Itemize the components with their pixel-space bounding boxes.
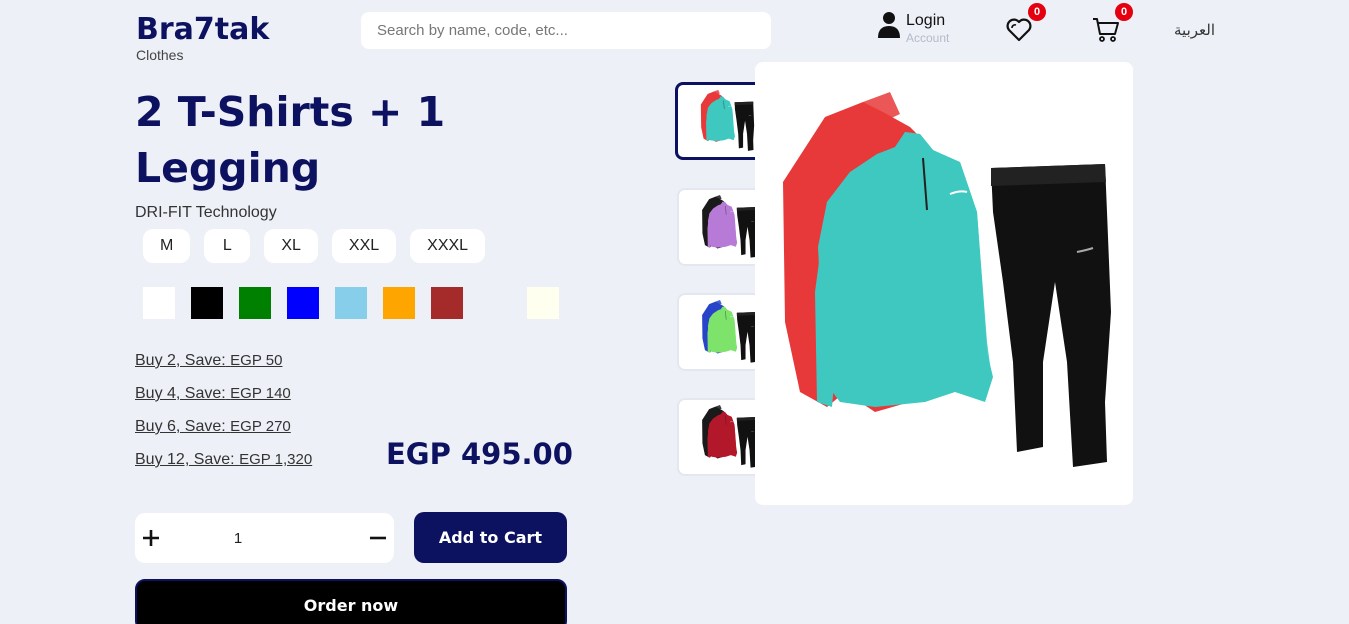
heart-icon (1005, 18, 1033, 47)
offer-link[interactable]: Buy 12, Save: EGP 1,320 (135, 451, 312, 469)
size-option-m[interactable]: M (143, 229, 191, 263)
login-label: Login (906, 12, 946, 29)
account-label: Account (906, 31, 950, 45)
user-icon (878, 11, 900, 44)
color-swatch-sky-blue[interactable] (335, 287, 367, 319)
color-swatch-light[interactable] (479, 287, 511, 319)
minus-icon (369, 523, 387, 554)
color-swatch-black[interactable] (191, 287, 223, 319)
cart-count-badge: 0 (1115, 3, 1133, 21)
product-page: Bra7tak Login Account 0 (0, 0, 1349, 624)
order-now-button[interactable]: Order now (135, 579, 567, 624)
offer-label: Buy 4, Save: (135, 385, 226, 402)
product-category: Clothes (136, 49, 184, 61)
offer-label: Buy 2, Save: (135, 352, 226, 369)
offer-amount: EGP 140 (230, 385, 291, 402)
size-option-l[interactable]: L (204, 229, 251, 263)
size-option-xxl[interactable]: XXL (331, 229, 397, 263)
wishlist-count-badge: 0 (1028, 3, 1046, 21)
size-option-xl[interactable]: XL (264, 229, 318, 263)
offer-amount: EGP 50 (230, 352, 283, 369)
color-swatch-blue[interactable] (287, 287, 319, 319)
increase-quantity-button[interactable] (135, 513, 167, 563)
cart-icon (1092, 18, 1120, 47)
plus-icon (142, 523, 160, 554)
add-to-cart-button[interactable]: Add to Cart (414, 512, 567, 563)
color-swatch-orange[interactable] (383, 287, 415, 319)
search-input[interactable] (361, 12, 771, 49)
product-subtitle: DRI-FIT Technology (135, 204, 277, 221)
quantity-input[interactable] (215, 525, 261, 551)
decrease-quantity-button[interactable] (362, 513, 394, 563)
size-option-xxxl[interactable]: XXXL (410, 229, 486, 263)
offer-link[interactable]: Buy 6, Save: EGP 270 (135, 418, 291, 436)
language-switch[interactable]: العربية (1174, 21, 1215, 39)
login-button[interactable]: Login Account (878, 11, 949, 45)
quantity-stepper (135, 513, 394, 563)
offer-link[interactable]: Buy 4, Save: EGP 140 (135, 385, 291, 403)
color-swatch-green[interactable] (239, 287, 271, 319)
offer-label: Buy 6, Save: (135, 418, 226, 435)
main-product-image[interactable] (755, 62, 1133, 505)
color-swatch-white[interactable] (143, 287, 175, 319)
color-swatch-brown[interactable] (431, 287, 463, 319)
brand-logo[interactable]: Bra7tak (136, 12, 269, 47)
product-title: 2 T-Shirts + 1 Legging (135, 88, 446, 192)
offer-amount: EGP 1,320 (239, 451, 313, 468)
offer-amount: EGP 270 (230, 418, 291, 435)
color-swatch-ivory[interactable] (527, 287, 559, 319)
product-price: EGP 495.00 (386, 437, 573, 471)
size-options: M L XL XXL XXXL (143, 229, 486, 263)
wishlist-button[interactable]: 0 (1005, 3, 1046, 48)
outfit-image (783, 92, 1111, 467)
cart-button[interactable]: 0 (1092, 3, 1133, 48)
offer-link[interactable]: Buy 2, Save: EGP 50 (135, 352, 282, 370)
offer-label: Buy 12, Save: (135, 451, 235, 468)
